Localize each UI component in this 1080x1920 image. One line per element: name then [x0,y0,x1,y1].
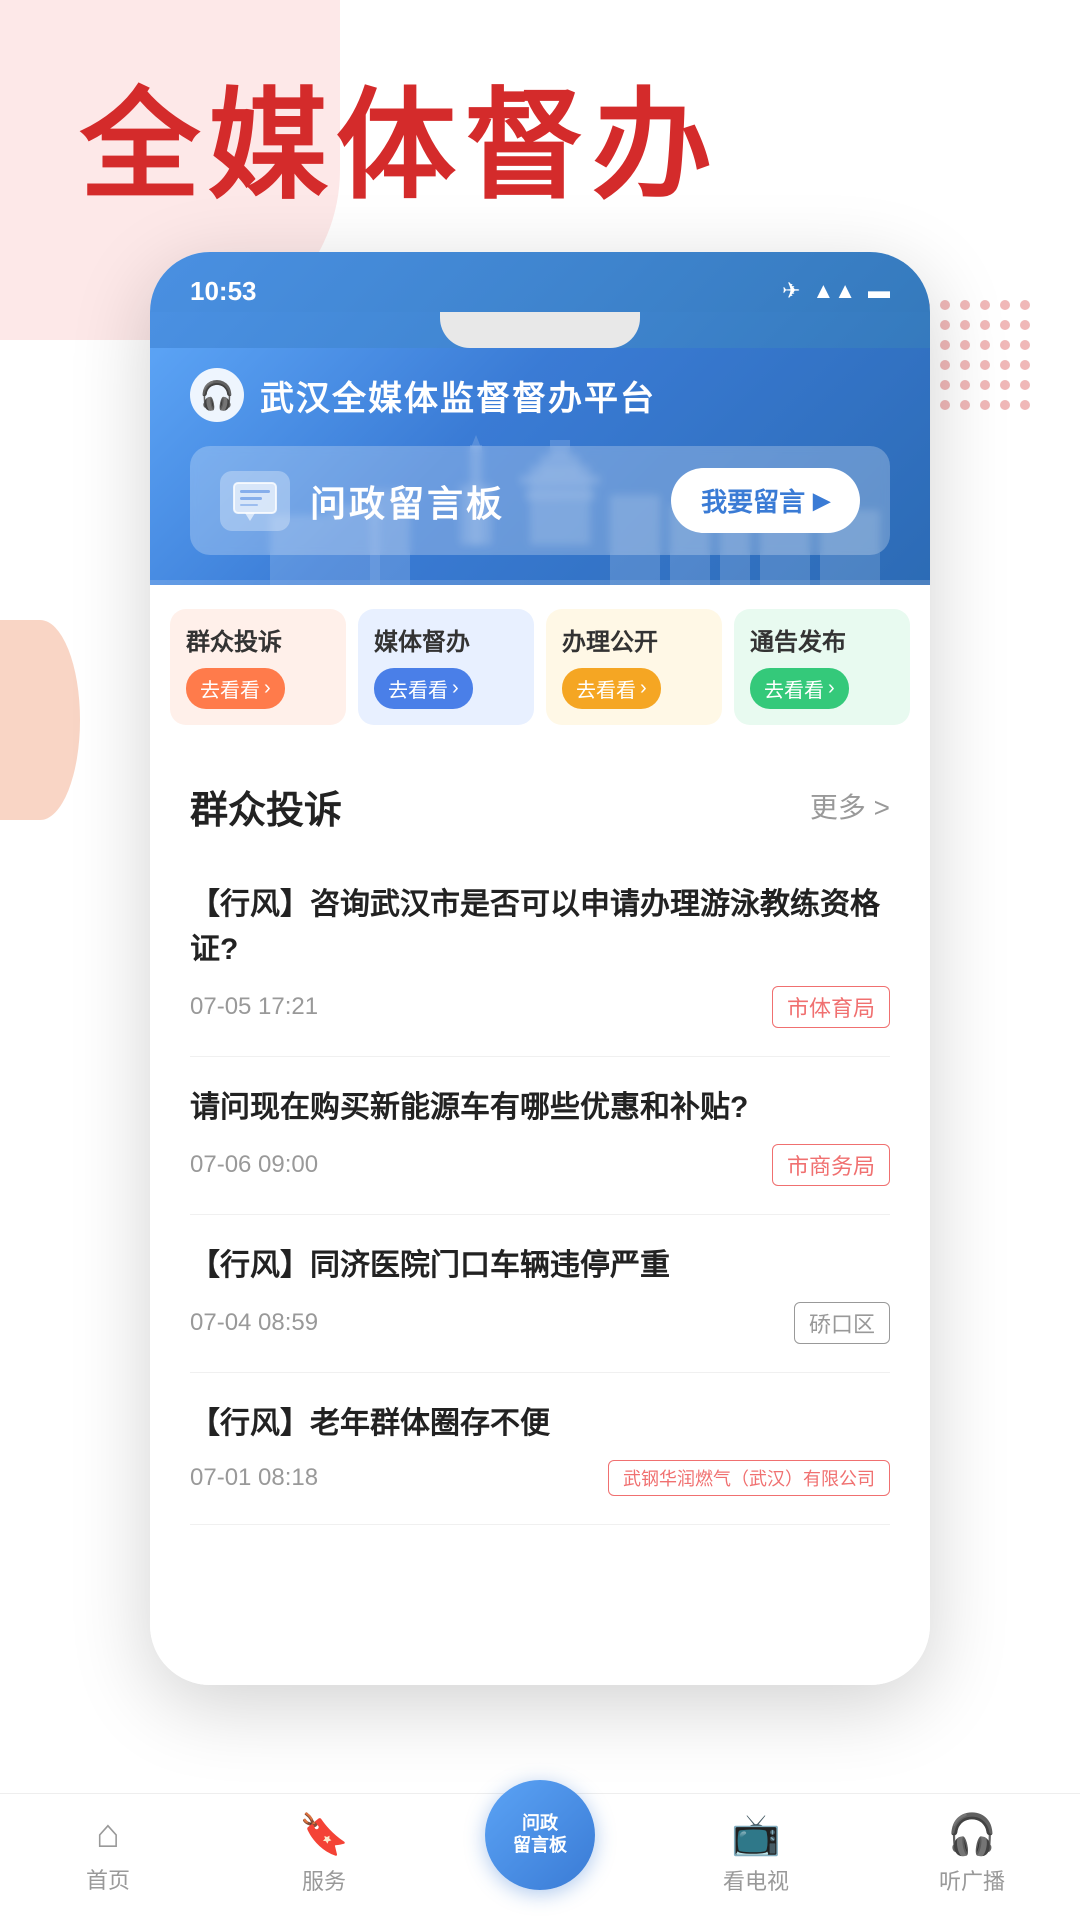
complaint-time-2: 07-06 09:00 [190,1151,318,1179]
notch-inner [440,312,640,348]
content-area: 群众投诉 更多 > 【行风】咨询武汉市是否可以申请办理游泳教练资格证? 07-0… [150,749,930,1685]
nav-item-service[interactable]: 🔖 服务 [216,1811,432,1896]
battery-icon: ▬ [868,278,890,304]
complaint-time-3: 07-04 08:59 [190,1309,318,1337]
phone-header: 🎧 武汉全媒体监督督办平台 问政留言 [150,348,930,585]
service-icon: 🔖 [299,1811,349,1858]
status-bar: 10:53 ✈ ▲▲ ▬ [150,252,930,312]
category-title-complaint: 群众投诉 [186,629,282,658]
nav-item-center[interactable]: 问政留言板 [432,1810,648,1896]
tv-icon: 📺 [731,1811,781,1858]
msg-board-svg [230,479,280,523]
category-item-public[interactable]: 办理公开 去看看 › [546,609,722,725]
nav-item-radio[interactable]: 🎧 听广播 [864,1811,1080,1896]
category-title-notice: 通告发布 [750,629,846,658]
category-item-notice[interactable]: 通告发布 去看看 › [734,609,910,725]
message-board-icon [220,471,290,531]
category-item-complaint[interactable]: 群众投诉 去看看 › [170,609,346,725]
bottom-nav: ⌂ 首页 🔖 服务 问政留言板 📺 看电视 🎧 听广播 [0,1793,1080,1920]
complaint-title-4: 【行风】老年群体圈存不便 [190,1401,890,1446]
complaint-meta-1: 07-05 17:21 市体育局 [190,986,890,1028]
category-grid: 群众投诉 去看看 › 媒体督办 去看看 › 办理公开 去看看 › [150,585,930,749]
location-icon: ✈ [782,278,800,304]
wifi-icon: ▲▲ [812,278,856,304]
message-board-btn[interactable]: 我要留言 ▶ [671,468,860,533]
complaint-item-2[interactable]: 请问现在购买新能源车有哪些优惠和补贴? 07-06 09:00 市商务局 [190,1057,890,1215]
complaint-time-4: 07-01 08:18 [190,1464,318,1492]
complaint-tag-2: 市商务局 [772,1144,890,1186]
complaint-meta-2: 07-06 09:00 市商务局 [190,1144,890,1186]
brand-row: 🎧 武汉全媒体监督督办平台 [190,368,890,422]
complaint-title-1: 【行风】咨询武汉市是否可以申请办理游泳教练资格证? [190,882,890,972]
phone-mockup-wrapper: 10:53 ✈ ▲▲ ▬ [0,252,1080,1685]
radio-icon: 🎧 [947,1811,997,1858]
hero-title: 全媒体督办 [0,0,1080,252]
section-more[interactable]: 更多 > [810,786,890,826]
complaint-item-1[interactable]: 【行风】咨询武汉市是否可以申请办理游泳教练资格证? 07-05 17:21 市体… [190,854,890,1057]
complaint-tag-4: 武钢华润燃气（武汉）有限公司 [608,1460,890,1496]
status-icons: ✈ ▲▲ ▬ [782,278,890,304]
message-board-banner[interactable]: 问政留言板 我要留言 ▶ [190,446,890,555]
category-btn-public[interactable]: 去看看 › [562,668,661,709]
nav-item-home[interactable]: ⌂ 首页 [0,1812,216,1895]
complaint-meta-3: 07-04 08:59 硚口区 [190,1302,890,1344]
complaint-item-4[interactable]: 【行风】老年群体圈存不便 07-01 08:18 武钢华润燃气（武汉）有限公司 [190,1373,890,1525]
phone-mockup: 10:53 ✈ ▲▲ ▬ [150,252,930,1685]
nav-label-service: 服务 [302,1864,346,1896]
nav-label-home: 首页 [86,1863,130,1895]
brand-logo-icon: 🎧 [200,379,235,412]
complaint-time-1: 07-05 17:21 [190,993,318,1021]
brand-name: 武汉全媒体监督督办平台 [260,371,656,420]
complaint-meta-4: 07-01 08:18 武钢华润燃气（武汉）有限公司 [190,1460,890,1496]
category-btn-media[interactable]: 去看看 › [374,668,473,709]
brand-logo: 🎧 [190,368,244,422]
nav-center-btn[interactable]: 问政留言板 [485,1780,595,1890]
section-header: 群众投诉 更多 > [190,749,890,854]
nav-label-tv: 看电视 [723,1864,789,1896]
nav-label-radio: 听广播 [939,1864,1005,1896]
message-board-title: 问政留言板 [310,475,505,527]
complaint-title-2: 请问现在购买新能源车有哪些优惠和补贴? [190,1085,890,1130]
category-title-public: 办理公开 [562,629,658,658]
category-title-media: 媒体督办 [374,629,470,658]
status-time: 10:53 [190,276,257,307]
category-btn-notice[interactable]: 去看看 › [750,668,849,709]
phone-notch [150,312,930,348]
nav-center-btn-text: 问政留言板 [513,1813,567,1856]
category-item-media[interactable]: 媒体督办 去看看 › [358,609,534,725]
section-title: 群众投诉 [190,779,342,834]
complaint-tag-1: 市体育局 [772,986,890,1028]
complaint-tag-3: 硚口区 [794,1302,890,1344]
complaint-item-3[interactable]: 【行风】同济医院门口车辆违停严重 07-04 08:59 硚口区 [190,1215,890,1373]
nav-item-tv[interactable]: 📺 看电视 [648,1811,864,1896]
message-board-btn-arrow: ▶ [813,488,830,514]
category-btn-complaint[interactable]: 去看看 › [186,668,285,709]
complaint-title-3: 【行风】同济医院门口车辆违停严重 [190,1243,890,1288]
home-icon: ⌂ [96,1812,120,1857]
message-board-left: 问政留言板 [220,471,505,531]
